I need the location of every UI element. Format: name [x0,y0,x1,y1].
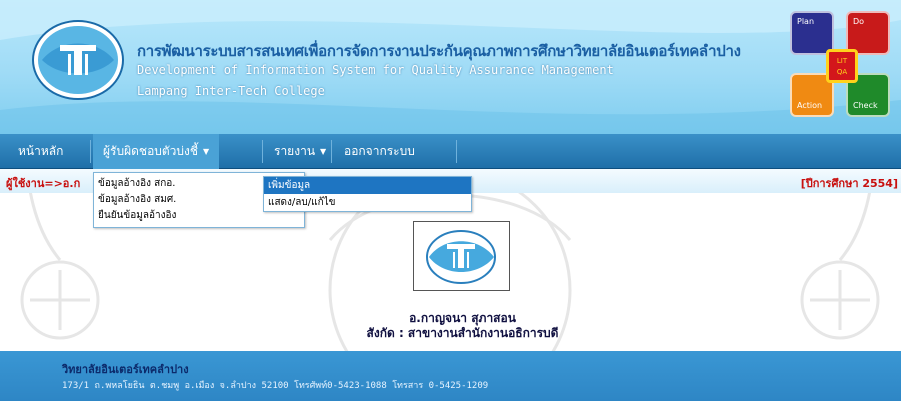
college-name: Lampang Inter-Tech College [137,84,325,98]
footer-address: 173/1 ถ.พหลโยธิน ต.ชมพู อ.เมือง จ.ลำปาง … [62,381,489,391]
nav-report-menu[interactable]: รายงาน ▼ [274,134,326,169]
nav-home-label: หน้าหลัก [18,144,64,158]
lit-qa-badge: LIT QA [826,49,858,83]
nav-divider [456,140,457,163]
nav-logout-label: ออกจากระบบ [344,144,415,158]
profile-photo-frame [413,221,510,291]
nav-responsible-menu[interactable]: ผู้รับผิดชอบตัวบ่งชี้ ▼ [93,134,220,169]
profile-department: สังกัด : สาขางานสำนักงานอธิการบดี [366,326,559,340]
site-header: การพัฒนาระบบสารสนเทศเพื่อการจัดการงานประ… [0,0,901,134]
nav-divider [90,140,91,163]
system-title-thai: การพัฒนาระบบสารสนเทศเพื่อการจัดการงานประ… [137,42,741,60]
academic-year-label: [ปีการศึกษา 2554] [800,177,898,190]
submenu-item-add-data[interactable]: เพิ่มข้อมูล [264,177,471,194]
college-logo-icon [426,230,496,284]
nav-responsible-label: ผู้รับผิดชอบตัวบ่งชี้ [103,144,199,158]
system-title-english: Development of Information System for Qu… [137,63,614,77]
site-footer: วิทยาลัยอินเตอร์เทคลำปาง 173/1 ถ.พหลโยธิ… [0,351,901,401]
nav-logout[interactable]: ออกจากระบบ [344,134,415,169]
nav-divider [262,140,263,163]
nav-report-label: รายงาน [274,144,316,158]
lit-qa-bottom: QA [836,68,848,76]
chevron-down-icon: ▼ [203,147,210,156]
submenu-item-show-edit-label: แสดง/ลบ/แก้ไข [268,197,336,208]
chevron-down-icon: ▼ [320,147,327,156]
nav-divider [331,140,332,163]
ref-submenu: เพิ่มข้อมูล แสดง/ลบ/แก้ไข [263,176,472,212]
submenu-item-show-edit[interactable]: แสดง/ลบ/แก้ไข [264,194,471,211]
college-logo-icon [32,20,124,100]
footer-college-name: วิทยาลัยอินเตอร์เทคลำปาง [62,363,189,376]
lit-qa-top: LIT [836,57,848,65]
main-nav-bar: หน้าหลัก ผู้รับผิดชอบตัวบ่งชี้ ▼ รายงาน ▼ … [0,134,901,169]
nav-home[interactable]: หน้าหลัก [18,134,63,169]
pdca-cycle-graphic: Plan Do Action Check LIT QA [788,9,894,125]
current-user-label: ผู้ใช้งาน=>อ.ก [6,177,81,190]
